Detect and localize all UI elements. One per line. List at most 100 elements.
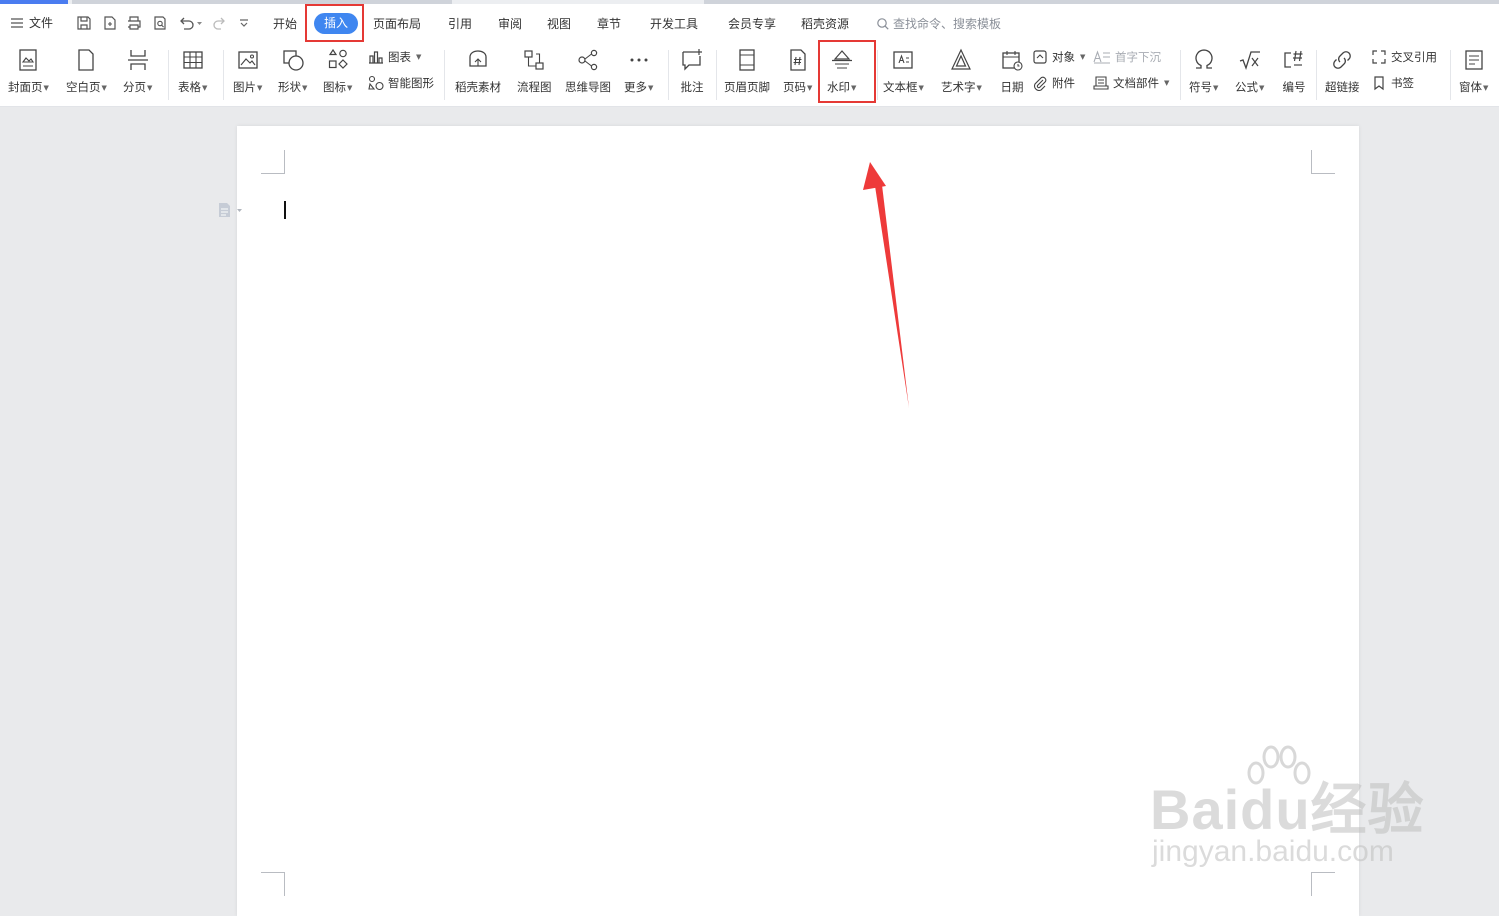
table-button[interactable]: 表格▼: [178, 46, 207, 95]
object-button[interactable]: 对象 ▼: [1032, 49, 1085, 65]
hyperlink-button[interactable]: 超链接: [1325, 46, 1360, 94]
calendar-icon: [1002, 51, 1023, 71]
print-icon[interactable]: [124, 13, 144, 33]
save-icon[interactable]: [74, 13, 94, 33]
numbering-label: 编号: [1282, 80, 1306, 94]
tab-developer[interactable]: 开发工具: [650, 16, 698, 32]
picture-label: 图片: [233, 80, 256, 94]
formula-icon: [1239, 51, 1260, 71]
insert-tab-highlight-box: [305, 4, 364, 42]
search-icon: [877, 17, 889, 30]
tab-docer-resources[interactable]: 稻壳资源: [801, 16, 849, 32]
chart-button[interactable]: 图表 ▼: [368, 49, 421, 65]
drop-cap-button[interactable]: 首字下沉: [1093, 49, 1161, 65]
watermark-highlight-box: [818, 40, 876, 103]
text-cursor: [284, 201, 286, 219]
object-icon: [1033, 50, 1047, 64]
symbol-button[interactable]: 符号▼: [1189, 46, 1218, 95]
redo-icon[interactable]: [210, 13, 230, 33]
cover-page-button[interactable]: 封面页▼: [8, 46, 49, 95]
doc-parts-button[interactable]: 文档部件 ▼: [1093, 75, 1169, 91]
file-menu-button[interactable]: 文件: [10, 14, 53, 31]
chart-icon: [369, 51, 383, 64]
docer-material-button[interactable]: 稻壳素材: [455, 46, 501, 94]
smart-art-button[interactable]: 智能图形: [368, 75, 434, 91]
more-button[interactable]: 更多▼: [624, 46, 653, 95]
tab-review[interactable]: 审阅: [498, 16, 522, 32]
flowchart-label: 流程图: [517, 80, 552, 94]
page-number-button[interactable]: 页码▼: [783, 46, 812, 95]
menu-bar: 文件 开始 插入 页面布局 引用 审阅 视图 章节 开发工具 会员专享 稻壳资源…: [0, 4, 1499, 42]
picture-icon: [238, 51, 258, 69]
ribbon-separator: [223, 50, 224, 100]
bookmark-icon: [1374, 76, 1384, 91]
page-break-button[interactable]: 分页▼: [123, 46, 152, 95]
icon-label: 图标: [323, 80, 346, 94]
ribbon-separator: [1316, 50, 1317, 100]
flowchart-button[interactable]: 流程图: [517, 46, 552, 94]
blank-page-label: 空白页: [66, 80, 101, 94]
tab-member[interactable]: 会员专享: [728, 16, 776, 32]
formula-button[interactable]: 公式▼: [1235, 46, 1264, 95]
icon-button[interactable]: 图标▼: [323, 46, 352, 95]
date-button[interactable]: 日期: [998, 46, 1026, 94]
mind-map-button[interactable]: 思维导图: [565, 46, 611, 94]
mind-map-label: 思维导图: [565, 80, 611, 94]
tab-view[interactable]: 视图: [547, 16, 571, 32]
shape-button[interactable]: 形状▼: [278, 46, 307, 95]
tab-home[interactable]: 开始: [273, 16, 297, 32]
flowchart-icon: [524, 50, 544, 70]
cross-reference-button[interactable]: 交叉引用: [1371, 49, 1437, 65]
window-form-button[interactable]: 窗体▼: [1459, 46, 1488, 95]
shape-icon: [283, 50, 304, 71]
drop-cap-icon: [1093, 50, 1110, 64]
undo-icon[interactable]: [176, 13, 206, 33]
icons-library-icon: [328, 48, 348, 69]
omega-icon: [1195, 49, 1213, 69]
attachment-button[interactable]: 附件: [1032, 75, 1075, 91]
word-art-icon: [951, 48, 972, 70]
picture-button[interactable]: 图片▼: [233, 46, 262, 95]
smart-art-icon: [368, 75, 384, 91]
print-preview-icon[interactable]: [150, 13, 170, 33]
bookmark-button[interactable]: 书签: [1371, 75, 1414, 91]
margin-corner-mark: [261, 872, 285, 896]
ribbon-separator: [1180, 50, 1181, 100]
tab-section[interactable]: 章节: [597, 16, 621, 32]
text-box-button[interactable]: 文本框▼: [883, 46, 924, 95]
comment-icon: [682, 49, 702, 71]
search-placeholder: 查找命令、搜索模板: [893, 17, 1002, 31]
bookmark-label: 书签: [1391, 76, 1414, 90]
smart-art-label: 智能图形: [388, 76, 434, 90]
command-search[interactable]: 查找命令、搜索模板: [876, 15, 1001, 32]
numbering-button[interactable]: 编号: [1280, 46, 1308, 94]
customize-toolbar-icon[interactable]: [234, 13, 254, 33]
tab-page-layout[interactable]: 页面布局: [373, 16, 421, 32]
docer-material-label: 稻壳素材: [455, 80, 501, 94]
ribbon-separator: [716, 50, 717, 100]
header-footer-button[interactable]: 页眉页脚: [724, 46, 770, 94]
tab-references[interactable]: 引用: [448, 16, 472, 32]
word-art-button[interactable]: 艺术字▼: [941, 46, 982, 95]
paragraph-marker-icon[interactable]: [217, 202, 245, 222]
margin-corner-mark: [1311, 150, 1335, 174]
link-icon: [1333, 51, 1352, 69]
page-number-label: 页码: [783, 80, 806, 94]
attachment-label: 附件: [1052, 76, 1075, 90]
cover-page-label: 封面页: [8, 80, 43, 94]
chart-label: 图表: [388, 50, 411, 64]
hamburger-icon: [11, 17, 23, 28]
numbering-icon: [1284, 50, 1303, 68]
window-form-label: 窗体: [1459, 80, 1482, 94]
blank-page-button[interactable]: 空白页▼: [66, 46, 107, 95]
date-label: 日期: [1000, 80, 1024, 94]
blank-page-icon: [78, 49, 95, 71]
form-icon: [1465, 50, 1483, 70]
object-label: 对象: [1052, 50, 1075, 64]
table-label: 表格: [178, 80, 201, 94]
comment-button[interactable]: 批注: [678, 46, 706, 94]
export-pdf-icon[interactable]: [100, 13, 120, 33]
doc-parts-label: 文档部件: [1113, 76, 1159, 90]
more-dots-icon: [630, 58, 648, 62]
more-label: 更多: [624, 80, 647, 94]
